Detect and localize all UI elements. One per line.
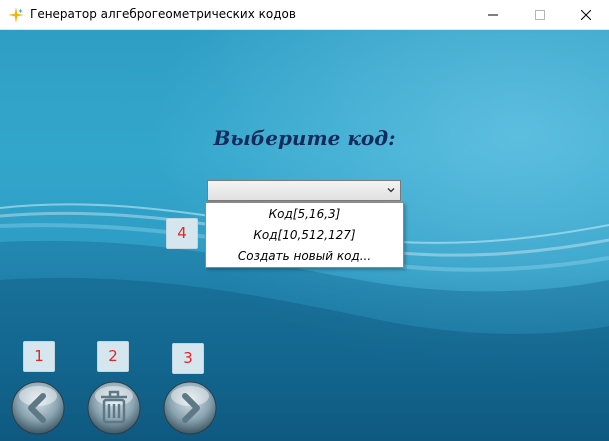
close-button[interactable]: [563, 0, 609, 30]
sparkle-icon: [8, 7, 24, 23]
minimize-button[interactable]: [470, 0, 516, 30]
code-dropdown-list: Код[5,16,3] Код[10,512,127] Создать новы…: [205, 202, 404, 268]
trash-icon: [101, 390, 127, 424]
dropdown-option-code-10-512-127[interactable]: Код[10,512,127]: [206, 225, 403, 246]
page-heading: Выберите код:: [213, 126, 396, 150]
badge-three: 3: [172, 343, 204, 374]
window-title: Генератор алгеброгеометрических кодов: [30, 7, 296, 21]
forward-button[interactable]: [162, 380, 218, 436]
maximize-button[interactable]: [517, 0, 563, 30]
close-icon: [581, 10, 591, 20]
dropdown-option-create-new[interactable]: Создать новый код...: [206, 246, 403, 267]
badge-four: 4: [166, 218, 198, 249]
badge-one: 1: [23, 341, 55, 372]
title-bar: Генератор алгеброгеометрических кодов: [0, 0, 609, 30]
minimize-icon: [488, 14, 498, 16]
main-panel: Выберите код: Код[5,16,3] Код[10,512,127…: [0, 30, 609, 441]
chevron-down-icon: [387, 188, 395, 193]
dropdown-option-code-5-16-3[interactable]: Код[5,16,3]: [206, 204, 403, 225]
back-button[interactable]: [10, 380, 66, 436]
badge-two: 2: [97, 341, 129, 372]
maximize-icon: [535, 10, 545, 20]
code-select[interactable]: [207, 180, 401, 201]
delete-button[interactable]: [86, 380, 142, 436]
